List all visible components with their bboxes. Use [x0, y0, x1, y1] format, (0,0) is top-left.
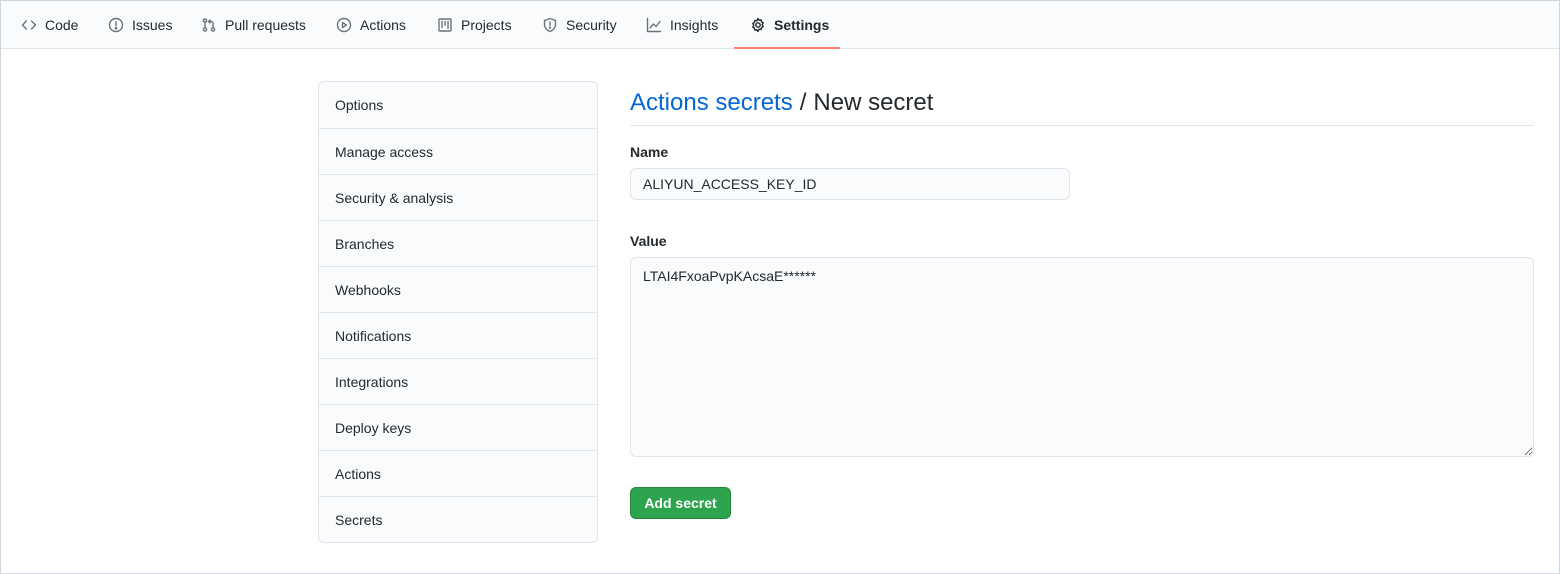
- secret-value-textarea[interactable]: LTAI4FxoaPvpKAcsaE******: [630, 257, 1534, 457]
- value-label: Value: [630, 233, 667, 249]
- tab-code-label: Code: [45, 17, 79, 33]
- sidebar-item-integrations[interactable]: Integrations: [319, 358, 597, 404]
- sidebar-item-actions[interactable]: Actions: [319, 450, 597, 496]
- play-icon: [336, 17, 352, 33]
- name-label: Name: [630, 144, 669, 160]
- tab-insights-label: Insights: [670, 17, 719, 33]
- tab-issues-label: Issues: [132, 17, 173, 33]
- tab-projects[interactable]: Projects: [427, 1, 522, 49]
- tab-security-label: Security: [566, 17, 617, 33]
- sidebar-item-security-analysis[interactable]: Security & analysis: [319, 174, 597, 220]
- tab-security[interactable]: Security: [532, 1, 627, 49]
- secret-name-input[interactable]: [630, 168, 1070, 200]
- new-secret-form: Actions secrets / New secret Name Value …: [630, 81, 1534, 519]
- settings-sidebar: Options Manage access Security & analysi…: [318, 81, 598, 543]
- shield-icon: [543, 17, 557, 33]
- tab-pull-requests[interactable]: Pull requests: [191, 1, 316, 49]
- breadcrumb-actions-secrets-link[interactable]: Actions secrets: [630, 89, 793, 117]
- issue-icon: [108, 17, 124, 33]
- tab-settings[interactable]: Settings: [734, 1, 840, 49]
- breadcrumb-separator: /: [799, 89, 807, 116]
- tab-settings-label: Settings: [774, 17, 830, 33]
- tab-pull-requests-label: Pull requests: [225, 17, 306, 33]
- gear-icon: [752, 17, 764, 33]
- page-title: Actions secrets / New secret: [630, 81, 1534, 126]
- sidebar-item-branches[interactable]: Branches: [319, 220, 597, 266]
- tab-issues[interactable]: Issues: [98, 1, 182, 49]
- add-secret-button[interactable]: Add secret: [630, 487, 731, 519]
- tab-code[interactable]: Code: [11, 1, 88, 49]
- tab-actions-label: Actions: [360, 17, 406, 33]
- tab-insights[interactable]: Insights: [636, 1, 728, 49]
- pull-request-icon: [202, 18, 216, 32]
- graph-icon: [646, 17, 662, 33]
- sidebar-item-manage-access[interactable]: Manage access: [319, 128, 597, 174]
- project-icon: [438, 18, 452, 32]
- repo-nav: Code Issues Pull requests Actions Projec…: [1, 1, 1559, 49]
- sidebar-item-webhooks[interactable]: Webhooks: [319, 266, 597, 312]
- sidebar-item-options[interactable]: Options: [319, 82, 597, 128]
- sidebar-item-deploy-keys[interactable]: Deploy keys: [319, 404, 597, 450]
- code-icon: [21, 20, 37, 30]
- selected-tab-underline: [734, 47, 840, 49]
- tab-actions[interactable]: Actions: [326, 1, 416, 49]
- tab-projects-label: Projects: [461, 17, 512, 33]
- sidebar-item-secrets[interactable]: Secrets: [319, 496, 597, 542]
- sidebar-item-notifications[interactable]: Notifications: [319, 312, 597, 358]
- page-title-text: New secret: [813, 89, 934, 116]
